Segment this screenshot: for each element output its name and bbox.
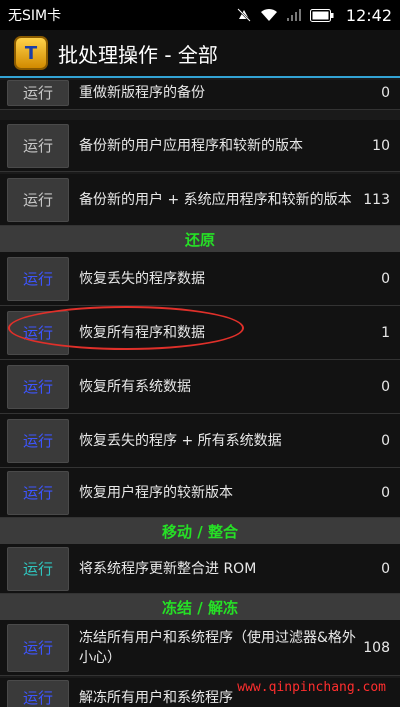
list-item: 运行 恢复丢失的程序 + 所有系统数据 0 [0, 414, 400, 468]
watermark: www.qinpinchang.com [237, 680, 386, 695]
run-button[interactable]: 运行 [7, 546, 69, 591]
run-button[interactable]: 运行 [7, 177, 69, 222]
section-header-restore: 还原 [0, 226, 400, 252]
run-button[interactable]: 运行 [7, 123, 69, 168]
carrier-label: 无SIM卡 [8, 8, 62, 24]
item-label: 恢复所有程序和数据 [79, 324, 205, 341]
page-title: 批处理操作 - 全部 [58, 42, 218, 67]
status-bar: 无SIM卡 12:42 [0, 0, 400, 30]
battery-icon [309, 8, 334, 22]
action-bar: T 批处理操作 - 全部 [0, 30, 400, 78]
item-label: 备份新的用户 + 系统应用程序和较新的版本 [79, 191, 352, 208]
item-label: 恢复丢失的程序数据 [79, 270, 205, 287]
list-item: 运行 重做新版程序的备份 0 [0, 80, 400, 110]
clock: 12:42 [345, 5, 392, 25]
section-header-move: 移动 / 整合 [0, 518, 400, 544]
item-label: 备份新的用户应用程序和较新的版本 [79, 137, 303, 154]
item-label: 冻结所有用户和系统程序（使用过滤器&格外小心） [79, 629, 356, 666]
run-button[interactable]: 运行 [7, 80, 69, 106]
wifi-icon [260, 8, 277, 21]
item-count: 1 [381, 324, 390, 341]
item-label: 将系统程序更新整合进 ROM [79, 560, 257, 577]
item-count: 0 [381, 270, 390, 287]
item-label: 恢复所有系统数据 [79, 378, 191, 395]
item-label: 重做新版程序的备份 [79, 84, 205, 101]
list-item: 运行 备份新的用户 + 系统应用程序和较新的版本 113 [0, 174, 400, 226]
batch-operations-list[interactable]: 运行 重做新版程序的备份 0 运行 备份新的用户应用程序和较新的版本 10 运行… [0, 80, 400, 707]
item-count: 10 [372, 137, 390, 154]
run-button[interactable]: 运行 [7, 470, 69, 515]
do-not-disturb-icon [237, 8, 251, 22]
run-button[interactable]: 运行 [7, 310, 69, 355]
section-header-freeze: 冻结 / 解冻 [0, 594, 400, 620]
list-item: 运行 将系统程序更新整合进 ROM 0 [0, 544, 400, 594]
list-item: 运行 恢复所有系统数据 0 [0, 360, 400, 414]
run-button[interactable]: 运行 [7, 364, 69, 409]
item-count: 0 [381, 560, 390, 577]
list-item: 运行 恢复所有程序和数据 1 [0, 306, 400, 360]
item-label: 恢复用户程序的较新版本 [79, 484, 233, 501]
run-button[interactable]: 运行 [7, 679, 69, 707]
list-item: 运行 恢复用户程序的较新版本 0 [0, 468, 400, 518]
list-item: 运行 备份新的用户应用程序和较新的版本 10 [0, 120, 400, 172]
item-count: 0 [381, 378, 390, 395]
item-count: 0 [381, 84, 390, 101]
item-count: 113 [363, 191, 390, 208]
run-button[interactable]: 运行 [7, 256, 69, 301]
list-item: 运行 冻结所有用户和系统程序（使用过滤器&格外小心） 108 [0, 620, 400, 676]
list-item: 运行 恢复丢失的程序数据 0 [0, 252, 400, 306]
status-icons: 12:42 [236, 6, 392, 25]
item-count: 0 [381, 484, 390, 501]
run-button[interactable]: 运行 [7, 623, 69, 672]
run-button[interactable]: 运行 [7, 418, 69, 463]
item-label: 恢复丢失的程序 + 所有系统数据 [79, 432, 282, 449]
signal-icon [286, 9, 301, 21]
item-count: 0 [381, 432, 390, 449]
app-logo-icon[interactable]: T [14, 36, 48, 70]
item-count: 108 [363, 639, 390, 656]
